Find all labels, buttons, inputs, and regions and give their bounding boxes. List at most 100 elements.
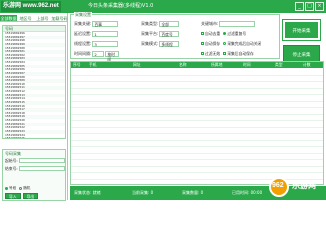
city-input[interactable]: [219, 20, 256, 27]
checkbox-icon: [201, 32, 204, 35]
import-button[interactable]: 导入: [5, 193, 21, 199]
radio-dot-icon: [223, 32, 227, 35]
settings-row-4: 时间间隔: 2 按时间: [74, 50, 120, 62]
mode-select[interactable]: 多线程: [159, 40, 180, 47]
app-title: 今日头条采集器(多线程)V1.0: [88, 3, 154, 9]
phone-rows: 15519802496 15519802497 15519802498 1551980…: [3, 32, 65, 138]
type-select[interactable]: 全部: [159, 20, 180, 27]
col-type: 类型: [275, 62, 283, 67]
grid-line: [71, 94, 323, 95]
end-number-input[interactable]: [19, 166, 65, 171]
settings-row-2b: 采集平台: 百度号: [141, 30, 180, 37]
grid-line: [71, 100, 323, 102]
col-time: 时间: [243, 62, 251, 67]
col-name: 名称: [179, 62, 187, 67]
radio-segment[interactable]: 号段: [5, 186, 16, 191]
time-label: 时间间隔:: [74, 50, 92, 56]
threads-input[interactable]: 3: [92, 40, 119, 47]
col-index: 序号: [73, 62, 81, 67]
start-collect-button[interactable]: 开始采集: [282, 19, 321, 41]
col-location: 所属地: [211, 62, 223, 67]
threads-label: 线程设置:: [74, 40, 92, 46]
settings-row-2c: 自动去重 过滤重复号: [201, 30, 249, 37]
opt-filter-invalid-label: 过滤无效: [205, 50, 221, 56]
radio-random[interactable]: 随机: [19, 186, 30, 191]
grid-line: [71, 120, 323, 121]
mode-label: 采集模式:: [141, 40, 159, 46]
tab-all-data[interactable]: 全部数据: [0, 15, 17, 21]
status-count: 采集数量: 0: [182, 190, 204, 195]
opt-autosave-label: 自动保存: [205, 40, 221, 46]
watermark-badge: 962: [272, 182, 284, 189]
maximize-button[interactable]: □: [305, 2, 314, 11]
col-url: 网址: [133, 62, 141, 67]
number-collect-box: 号码采集 起始号: 结束号: 号段 随机 导入 导出: [2, 149, 66, 201]
grid-line: [71, 126, 323, 128]
source-select[interactable]: 百度号: [159, 30, 180, 37]
settings-row-4c: 过滤无效 采集后自动保存: [201, 50, 257, 57]
results-header: 序号 手机 网址 名称 所属地 时间 类型 计数: [71, 62, 323, 68]
keyword-input[interactable]: 百事: [92, 20, 119, 27]
status-current: 当前采集: 0: [132, 190, 154, 195]
tab-load-numbers[interactable]: 加载号码: [51, 15, 68, 21]
opt-filter-invalid[interactable]: 过滤无效: [201, 51, 220, 57]
minimize-button[interactable]: _: [295, 2, 304, 11]
opt-save-after-label: 采集后自动保存: [227, 50, 254, 56]
status-state: 采集状态: 就绪: [74, 190, 101, 195]
grid-line: [71, 81, 323, 82]
time-mode-select[interactable]: 按时间: [105, 50, 120, 62]
grid-line: [71, 159, 323, 160]
collect-settings: 采集设置 采集关键: 百事 采集类型: 全部 关键城市: 延迟设置: 1 采集平…: [70, 12, 280, 62]
type-label: 采集类型:: [141, 20, 159, 26]
settings-row-3c: 自动保存 采集完成后自动关闭: [201, 40, 264, 47]
radio-segment-label: 号段: [9, 186, 17, 190]
settings-row-1b: 采集类型: 全部: [141, 20, 180, 27]
grid-line: [71, 172, 323, 173]
side-buttons: 导入 导出: [5, 193, 39, 199]
status-elapsed: 已用时间: 00:00: [232, 190, 263, 195]
start-number-label: 起始号:: [5, 157, 18, 163]
checkbox-icon: [201, 52, 204, 55]
phone-list-item[interactable]: 15519802525: [3, 137, 65, 138]
settings-row-3: 线程设置: 3: [74, 40, 119, 47]
time-input[interactable]: 2: [92, 50, 105, 57]
grid-line: [71, 165, 323, 167]
end-number-label: 结束号:: [5, 165, 18, 171]
checkbox-icon: [223, 52, 227, 55]
number-collect-title: 号码采集: [5, 151, 21, 156]
keyword-label: 采集关键:: [74, 20, 92, 26]
left-tabs: 全部数据 地区号 上部号 加载号码: [0, 15, 68, 22]
tab-area-code[interactable]: 地区号: [17, 15, 34, 21]
opt-save-after[interactable]: 采集后自动保存: [223, 51, 254, 57]
results-table[interactable]: 序号 手机 网址 名称 所属地 时间 类型 计数: [70, 61, 324, 185]
start-number-row: 起始号:: [5, 158, 65, 163]
checkbox-icon: [201, 42, 204, 45]
opt-autoclose[interactable]: 采集完成后自动关闭: [223, 41, 261, 47]
opt-filter-dup[interactable]: 过滤重复号: [223, 31, 246, 37]
grid-line: [71, 139, 323, 141]
opt-autosave[interactable]: 自动保存: [201, 41, 220, 47]
export-button[interactable]: 导出: [22, 193, 39, 199]
start-number-input[interactable]: [19, 158, 65, 163]
source-label: 采集平台:: [141, 30, 159, 36]
grid-line: [71, 107, 323, 108]
interval-label: 延迟设置:: [74, 30, 92, 36]
settings-row-1c: 关键城市:: [201, 20, 256, 27]
close-button[interactable]: ×: [315, 2, 324, 11]
brand-logo: 乐游网 www.962.net: [1, 1, 61, 12]
city-label: 关键城市:: [201, 20, 219, 26]
settings-title: 采集设置: [74, 12, 92, 18]
tab-upper[interactable]: 上部号: [34, 15, 51, 21]
end-number-row: 结束号:: [5, 166, 65, 171]
opt-dedupe[interactable]: 自动去重: [201, 31, 220, 37]
grid-line: [71, 74, 323, 76]
interval-input[interactable]: 1: [92, 30, 119, 37]
phone-list[interactable]: 号码 15519802496 15519802497 15519802498 1551…: [2, 25, 66, 139]
radio-dot-icon: [5, 186, 8, 190]
left-panel: 全部数据 地区号 上部号 加载号码 号码 15519802496 15519802…: [0, 13, 68, 201]
col-phone: 手机: [89, 62, 97, 67]
grid-line: [71, 87, 323, 89]
title-bar: 乐游网 www.962.net 今日头条采集器(多线程)V1.0 _ □ ×: [0, 0, 326, 13]
opt-filter-dup-label: 过滤重复号: [227, 30, 247, 36]
watermark-text: 乐游网: [292, 181, 316, 190]
